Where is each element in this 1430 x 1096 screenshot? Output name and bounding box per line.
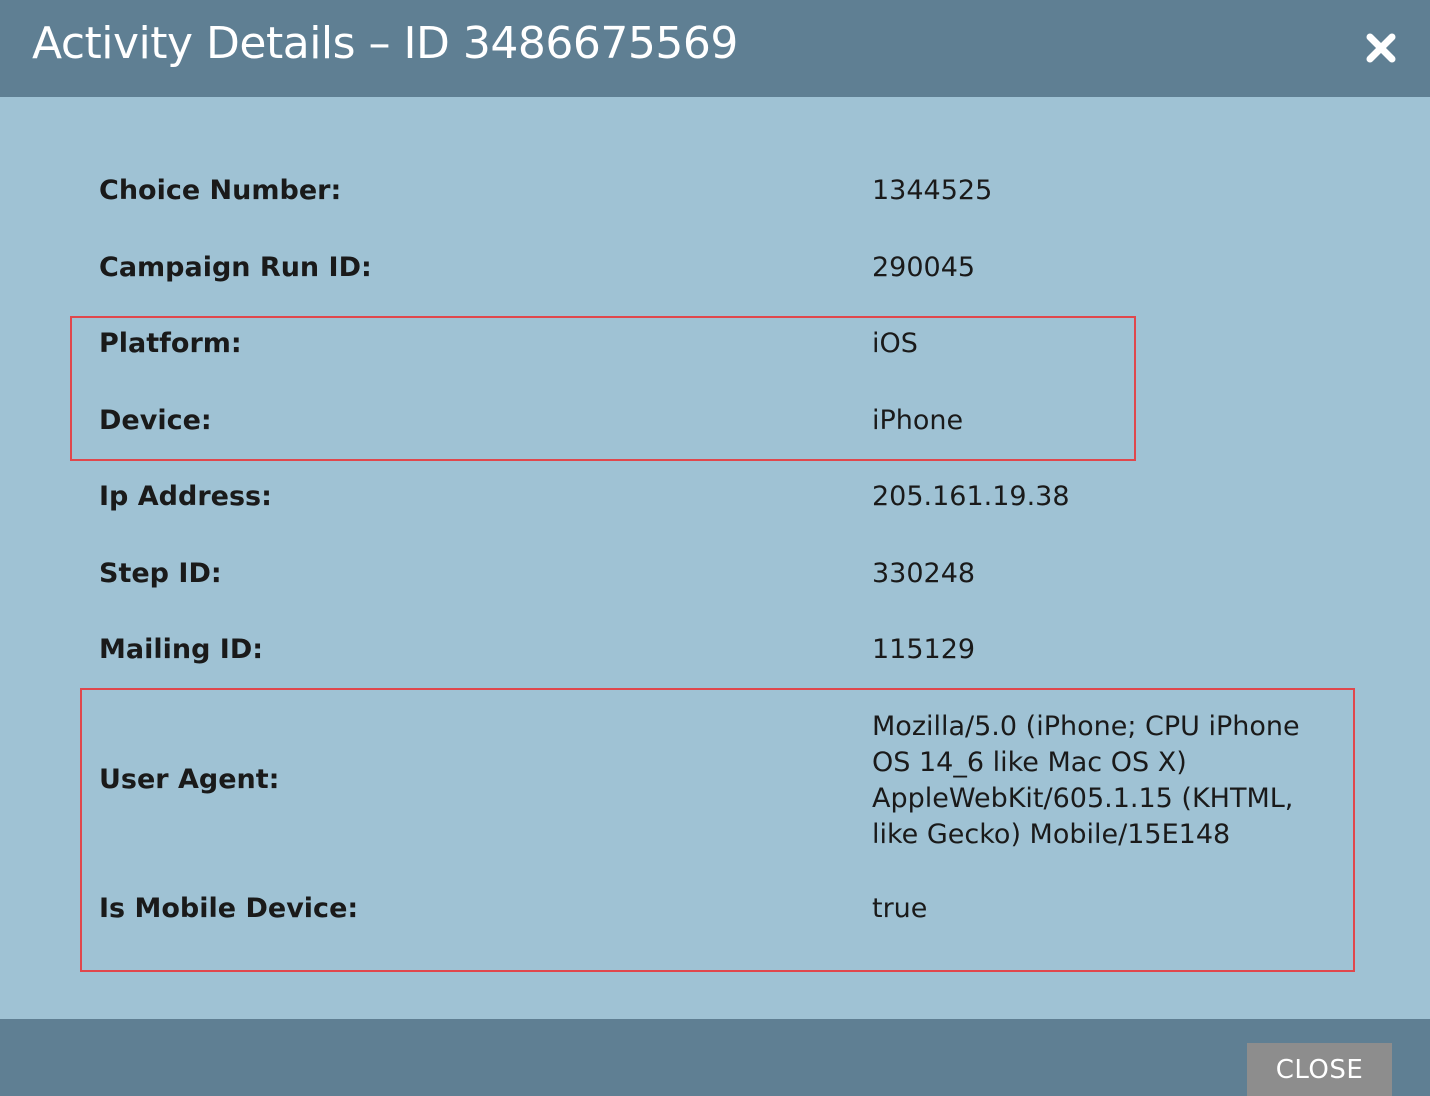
dialog-footer: CLOSE [0, 1019, 1430, 1096]
field-label: Step ID: [99, 558, 222, 589]
field-label: Choice Number: [99, 175, 342, 206]
field-value-user-agent: Mozilla/5.0 (iPhone; CPU iPhone OS 14_6 … [872, 711, 1300, 850]
field-value: 290045 [872, 252, 976, 283]
close-icon[interactable] [1363, 30, 1399, 66]
field-value: iPhone [872, 405, 964, 436]
field-label: Campaign Run ID: [99, 252, 372, 283]
dialog-header: Activity Details – ID 3486675569 [0, 0, 1430, 97]
field-value: iOS [872, 328, 918, 359]
field-label: Device: [99, 405, 212, 436]
field-label: Ip Address: [99, 481, 272, 512]
field-value: true [872, 893, 928, 924]
field-label: User Agent: [99, 764, 280, 795]
field-value: 330248 [872, 558, 976, 589]
field-value: 1344525 [872, 175, 993, 206]
field-label: Platform: [99, 328, 242, 359]
field-value: 115129 [872, 634, 976, 665]
close-button[interactable]: CLOSE [1247, 1043, 1392, 1096]
field-value: 205.161.19.38 [872, 481, 1070, 512]
dialog-body: Choice Number: 1344525 Campaign Run ID: … [0, 97, 1430, 1019]
field-label: Mailing ID: [99, 634, 264, 665]
dialog-title: Activity Details – ID 3486675569 [32, 18, 738, 69]
field-label: Is Mobile Device: [99, 893, 359, 924]
close-icon-glyph [1366, 33, 1396, 63]
